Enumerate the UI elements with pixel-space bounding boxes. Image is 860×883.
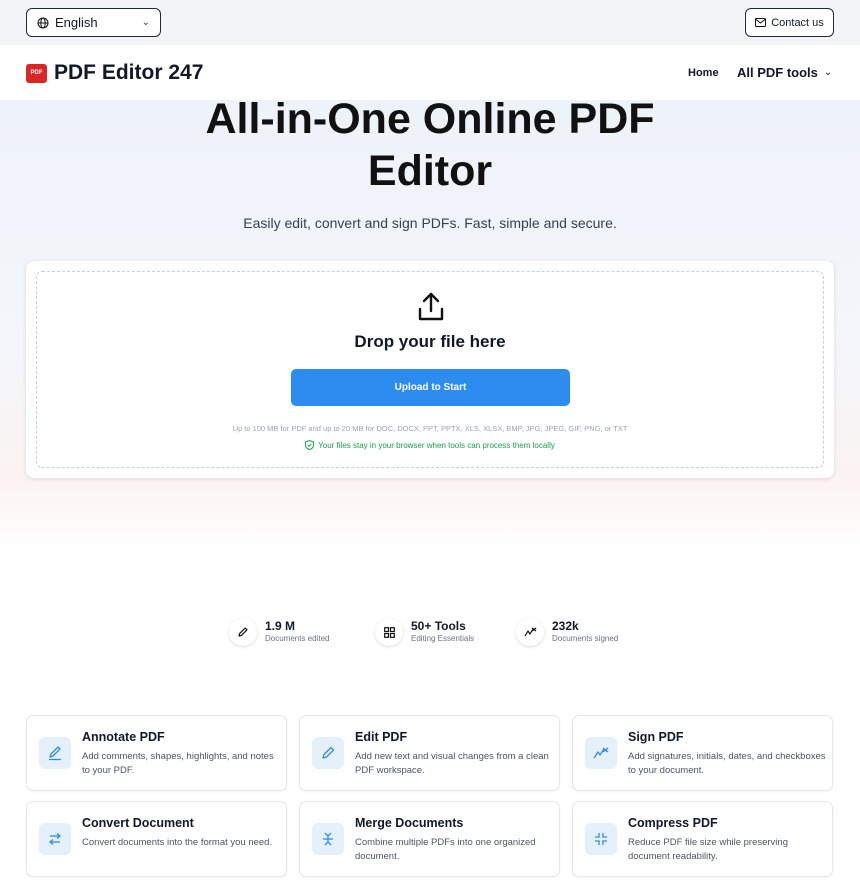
hero-title-line1: All-in-One Online PDF	[205, 95, 655, 143]
edit-icon	[312, 737, 344, 769]
upload-limits: Up to 100 MB for PDF and up to 20 MB for…	[232, 424, 628, 433]
tool-card-merge-documents[interactable]: Merge Documents Combine multiple PDFs in…	[299, 801, 560, 877]
stat-documents-signed: 232k Documents signed	[516, 618, 618, 646]
hero-title: All-in-One Online PDF Editor	[0, 93, 860, 197]
contact-button[interactable]: Contact us	[745, 8, 834, 37]
stat-tools: 50+ Tools Editing Essentials	[375, 618, 474, 646]
tool-title: Convert Document	[82, 816, 194, 830]
tool-card-compress-pdf[interactable]: Compress PDF Reduce PDF file size while …	[572, 801, 833, 877]
language-label: English	[55, 15, 98, 30]
stat-label: Documents signed	[552, 634, 619, 643]
merge-icon	[312, 823, 344, 855]
sign-icon	[585, 737, 617, 769]
nav-all-tools-menu[interactable]: All PDF tools ⌄	[737, 65, 832, 80]
annotate-icon	[39, 737, 71, 769]
tool-title: Annotate PDF	[82, 730, 165, 744]
tool-title: Edit PDF	[355, 730, 408, 744]
hero-title-line2: Editor	[367, 147, 493, 195]
tool-card-convert-document[interactable]: Convert Document Convert documents into …	[26, 801, 287, 877]
stat-value: 50+ Tools	[411, 619, 466, 633]
stat-value: 1.9 M	[265, 619, 296, 633]
stat-label: Documents edited	[265, 634, 330, 643]
pdf-logo-icon: PDF	[26, 63, 47, 83]
hero-subtitle: Easily edit, convert and sign PDFs. Fast…	[243, 215, 617, 231]
stat-label: Editing Essentials	[411, 634, 475, 643]
tool-description: Add new text and visual changes from a c…	[355, 751, 549, 776]
pencil-icon	[229, 618, 257, 646]
drop-title: Drop your file here	[354, 332, 506, 351]
top-bar: English ⌄ Contact us	[0, 0, 860, 45]
grid-icon	[375, 618, 403, 646]
signature-icon	[516, 618, 544, 646]
stats-row: 1.9 M Documents edited 50+ Tools Editing…	[0, 618, 860, 652]
convert-icon	[39, 823, 71, 855]
nav-home-link[interactable]: Home	[688, 67, 719, 79]
tool-card-annotate-pdf[interactable]: Annotate PDF Add comments, shapes, highl…	[26, 715, 287, 791]
chevron-down-icon: ⌄	[823, 67, 833, 78]
tool-card-sign-pdf[interactable]: Sign PDF Add signatures, initials, dates…	[572, 715, 833, 791]
local-processing-note: Your files stay in your browser when too…	[37, 440, 823, 450]
local-note-text: Your files stay in your browser when too…	[318, 440, 555, 450]
tool-title: Merge Documents	[355, 816, 464, 830]
logo-text: PDF Editor 247	[54, 61, 204, 84]
logo[interactable]: PDF PDF Editor 247	[26, 61, 203, 85]
mail-icon	[755, 18, 767, 27]
stat-documents-edited: 1.9 M Documents edited	[229, 618, 329, 646]
upload-card: Drop your file here Upload to Start Up t…	[26, 261, 834, 478]
tool-description: Combine multiple PDFs into one organized…	[355, 837, 536, 862]
stat-value: 232k	[552, 619, 579, 633]
tool-card-edit-pdf[interactable]: Edit PDF Add new text and visual changes…	[299, 715, 560, 791]
tool-description: Convert documents into the format you ne…	[82, 837, 273, 848]
language-select[interactable]: English ⌄	[26, 8, 161, 37]
tool-description: Add signatures, initials, dates, and che…	[628, 751, 826, 776]
contact-label: Contact us	[771, 16, 824, 29]
tool-description: Add comments, shapes, highlights, and no…	[82, 751, 274, 776]
upload-icon	[418, 292, 444, 321]
tool-title: Compress PDF	[628, 816, 718, 830]
chevron-down-icon: ⌄	[141, 17, 150, 28]
main-nav: PDF PDF Editor 247 Home All PDF tools ⌄	[0, 45, 860, 100]
tool-description: Reduce PDF file size while preserving do…	[628, 837, 788, 862]
file-dropzone[interactable]: Drop your file here Upload to Start Up t…	[36, 271, 824, 468]
upload-button[interactable]: Upload to Start	[291, 369, 570, 406]
hero-section: All-in-One Online PDF Editor Easily edit…	[0, 95, 860, 548]
globe-icon	[37, 17, 49, 28]
tool-title: Sign PDF	[628, 730, 684, 744]
nav-all-tools-label: All PDF tools	[737, 65, 818, 80]
shield-check-icon	[305, 440, 315, 450]
compress-icon	[585, 823, 617, 855]
